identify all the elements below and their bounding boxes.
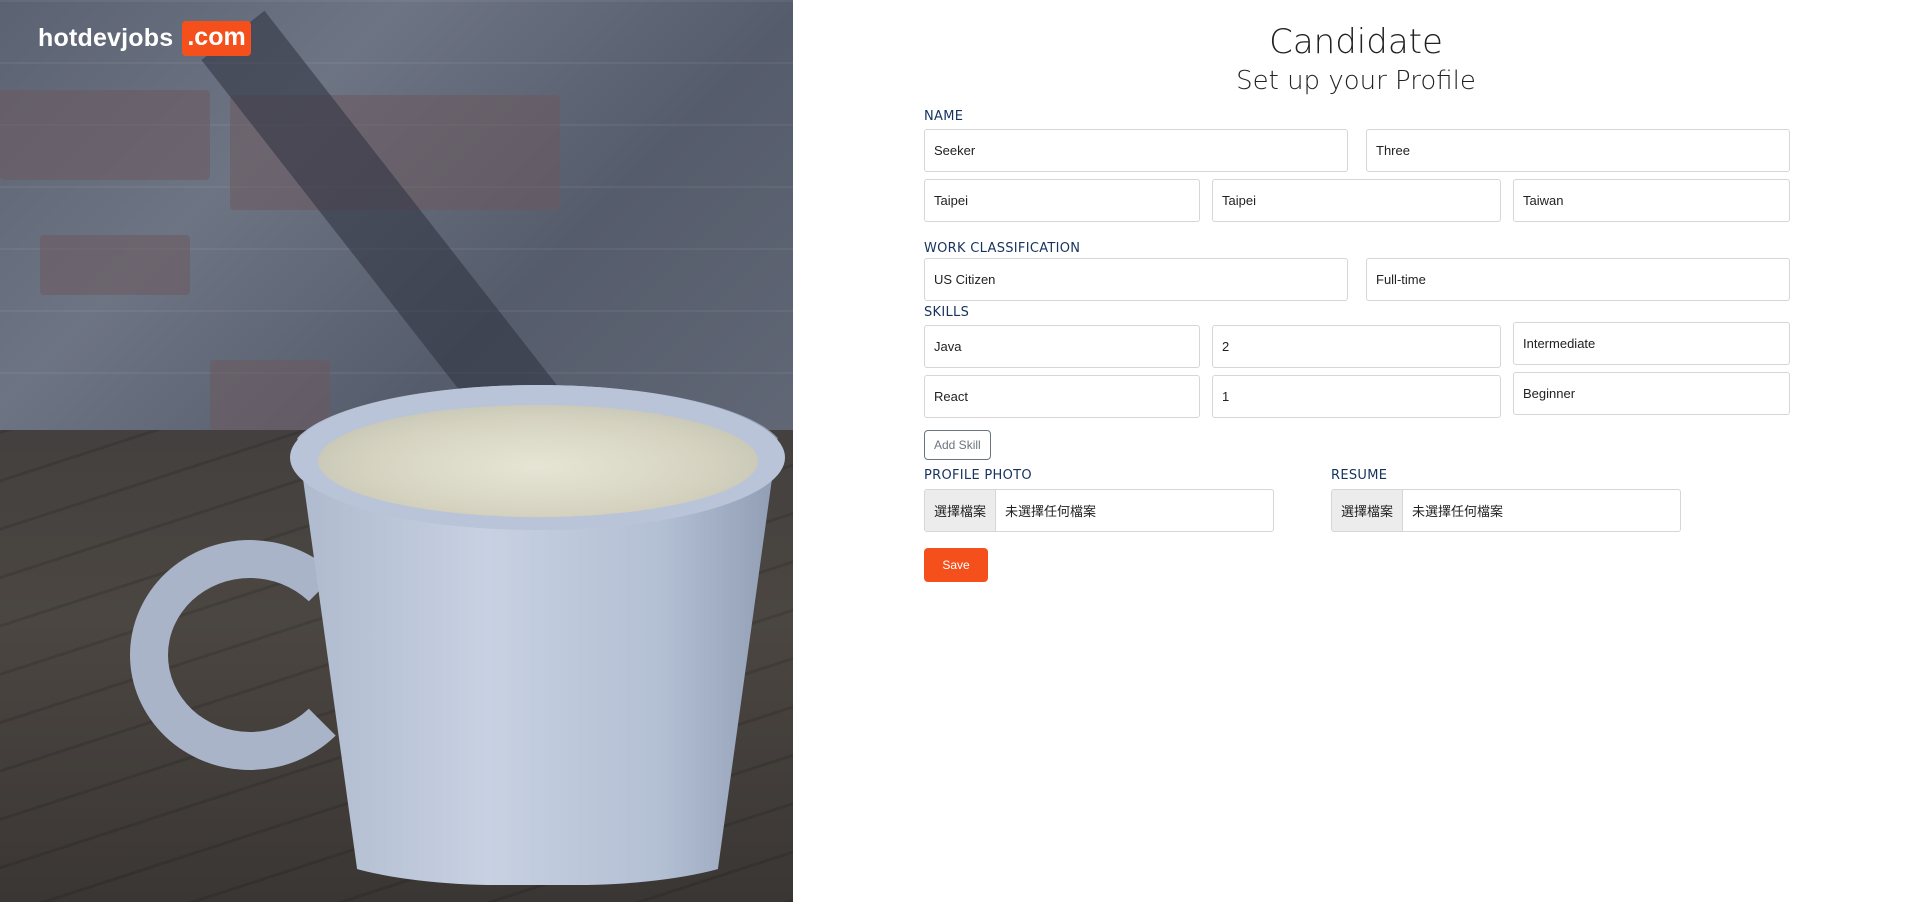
logo-wordmark: hotdevjobs bbox=[38, 24, 174, 52]
resume-file-input[interactable]: 選擇檔案 未選擇任何檔案 bbox=[1331, 489, 1681, 532]
hero-image: hotdevjobs .com bbox=[0, 0, 793, 902]
profile-photo-label: PROFILE PHOTO bbox=[924, 468, 1032, 483]
skills-section-label: SKILLS bbox=[924, 305, 970, 320]
last-name-input[interactable]: Three bbox=[1366, 129, 1790, 172]
city-input[interactable]: Taipei bbox=[924, 179, 1200, 222]
skill-years-input[interactable]: 2 bbox=[1212, 325, 1501, 368]
name-section-label: NAME bbox=[924, 109, 964, 124]
resume-label: RESUME bbox=[1331, 468, 1388, 483]
skill-name-input[interactable]: Java bbox=[924, 325, 1200, 368]
skill-years-input[interactable]: 1 bbox=[1212, 375, 1501, 418]
choose-file-button[interactable]: 選擇檔案 bbox=[925, 490, 997, 531]
skill-level-select[interactable]: Beginner bbox=[1513, 372, 1790, 415]
work-classification-label: WORK CLASSIFICATION bbox=[924, 241, 1081, 256]
file-status-text: 未選擇任何檔案 bbox=[1005, 504, 1097, 519]
logo-tld-badge: .com bbox=[182, 21, 251, 56]
state-input[interactable]: Taipei bbox=[1212, 179, 1501, 222]
skill-level-select[interactable]: Intermediate bbox=[1513, 322, 1790, 365]
profile-photo-file-input[interactable]: 選擇檔案 未選擇任何檔案 bbox=[924, 489, 1274, 532]
save-button[interactable]: Save bbox=[924, 548, 988, 582]
coffee-foam bbox=[318, 405, 758, 517]
page-subtitle: Set up your Profile bbox=[1236, 66, 1476, 96]
brand-logo[interactable]: hotdevjobs .com bbox=[38, 21, 251, 56]
employment-type-select[interactable]: Full-time bbox=[1366, 258, 1790, 301]
page-title: Candidate bbox=[1269, 22, 1443, 62]
file-status-text: 未選擇任何檔案 bbox=[1412, 504, 1504, 519]
first-name-input[interactable]: Seeker bbox=[924, 129, 1348, 172]
country-input[interactable]: Taiwan bbox=[1513, 179, 1790, 222]
skill-name-input[interactable]: React bbox=[924, 375, 1200, 418]
work-status-select[interactable]: US Citizen bbox=[924, 258, 1348, 301]
choose-file-button[interactable]: 選擇檔案 bbox=[1332, 490, 1404, 531]
add-skill-button[interactable]: Add Skill bbox=[924, 430, 991, 460]
